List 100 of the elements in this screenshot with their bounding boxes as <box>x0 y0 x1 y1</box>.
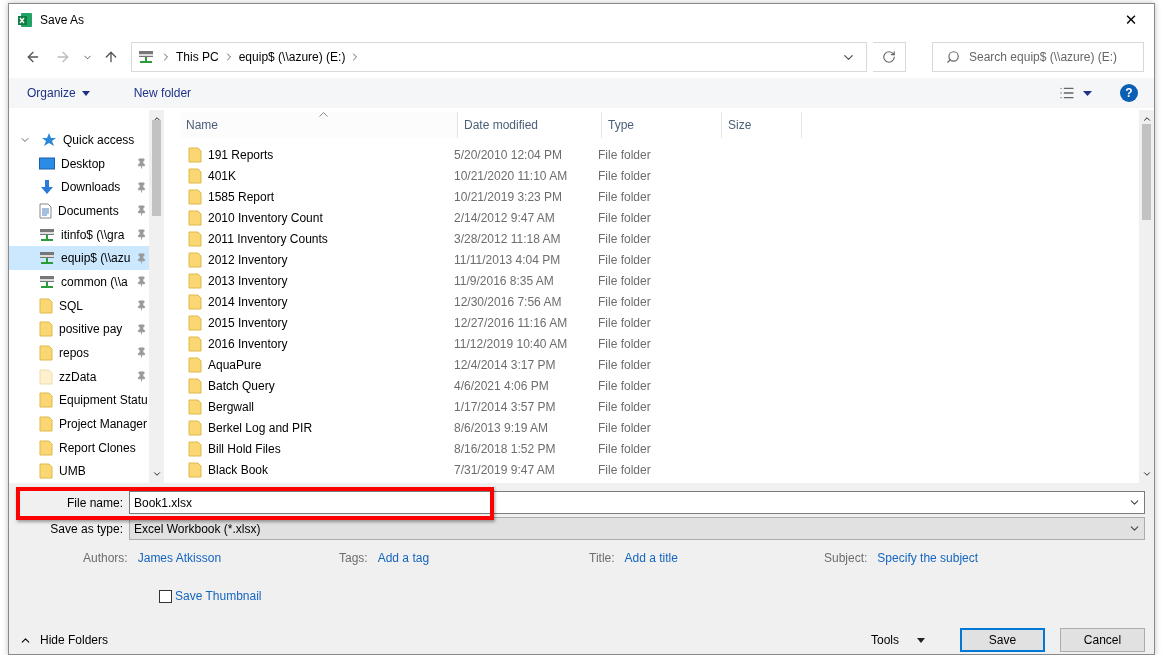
metadata-link[interactable]: Add a title <box>624 551 678 565</box>
nav-item[interactable]: equip$ (\\azu <box>9 246 149 271</box>
network-drive-icon <box>39 251 55 266</box>
save-type-dropdown[interactable]: Excel Workbook (*.xlsx) <box>129 517 1145 540</box>
file-type: File folder <box>598 357 652 372</box>
metadata-label: Authors: <box>83 551 128 565</box>
file-type: File folder <box>598 441 652 456</box>
pin-icon[interactable] <box>136 181 147 193</box>
monitor-icon <box>39 156 55 171</box>
pin-icon[interactable] <box>136 300 147 312</box>
checkbox[interactable] <box>159 589 172 603</box>
file-type: File folder <box>598 168 652 183</box>
file-name[interactable]: 2013 Inventory <box>208 273 454 288</box>
file-type: File folder <box>598 462 652 477</box>
file-name[interactable]: Bill Hold Files <box>208 441 454 456</box>
file-name[interactable]: 2015 Inventory <box>208 315 454 330</box>
metadata-link[interactable]: Specify the subject <box>877 551 979 565</box>
pin-icon[interactable] <box>136 205 147 217</box>
sort-icon <box>318 112 328 117</box>
file-type: File folder <box>598 252 652 267</box>
scroll-down-icon[interactable] <box>1141 469 1152 479</box>
pin-icon[interactable] <box>136 347 147 359</box>
scroll-thumb[interactable] <box>1142 124 1151 220</box>
breadcrumb[interactable]: This PC <box>172 43 223 71</box>
scrollbar[interactable] <box>1139 110 1154 483</box>
file-name[interactable]: 2011 Inventory Counts <box>208 231 454 246</box>
pin-icon[interactable] <box>136 371 147 383</box>
file-name-field[interactable]: Book1.xlsx <box>129 491 1145 514</box>
nav-item[interactable]: common (\\a <box>9 270 149 294</box>
hide-folders-button[interactable]: Hide Folders <box>19 633 109 647</box>
pin-icon[interactable] <box>136 158 147 169</box>
breadcrumb[interactable]: equip$ (\\azure) (E:) <box>234 43 350 71</box>
file-name[interactable]: 2014 Inventory <box>208 294 454 309</box>
view-options-icon[interactable] <box>1059 85 1075 101</box>
date-modified: 11/12/2019 10:40 AM <box>454 336 569 351</box>
nav-item[interactable]: Documents <box>9 199 149 223</box>
file-name[interactable]: Black Book <box>208 462 454 477</box>
file-name[interactable]: Bergwall <box>208 399 454 414</box>
metadata-link[interactable]: Add a tag <box>377 551 430 565</box>
nav-item[interactable]: Downloads <box>9 175 149 199</box>
search-icon <box>946 50 960 64</box>
nav-item[interactable]: repos <box>9 341 149 365</box>
folder-icon <box>188 251 202 268</box>
file-name[interactable]: Berkel Log and PIR <box>208 420 454 435</box>
nav-item[interactable]: Desktop <box>9 151 149 176</box>
address-bar[interactable]: This PC equip$ (\\azure) (E:) <box>131 42 867 72</box>
nav-item[interactable]: UMB <box>9 459 149 483</box>
metadata-label: Tags: <box>339 551 368 565</box>
file-name[interactable]: AquaPure <box>208 357 454 372</box>
new-folder-button[interactable]: New folder <box>125 81 200 105</box>
document-icon <box>39 202 52 219</box>
date-modified: 11/11/2013 4:04 PM <box>454 252 562 267</box>
nav-item[interactable]: Report Clones <box>9 435 149 460</box>
tools-button[interactable]: Tools <box>865 632 931 648</box>
organize-button[interactable]: Organize <box>19 81 98 105</box>
search-field[interactable]: Search equip$ (\\azure) (E:) <box>932 42 1144 72</box>
refresh-icon <box>882 50 896 64</box>
nav-item[interactable]: zzData <box>9 364 149 389</box>
scroll-thumb[interactable] <box>152 120 161 216</box>
file-name[interactable]: 1585 Report <box>208 189 454 204</box>
folder-icon <box>188 230 202 247</box>
close-button[interactable]: ✕ <box>1108 5 1154 35</box>
dialog-button[interactable]: Cancel <box>1060 628 1145 652</box>
nav-item[interactable]: Project Manager <box>9 412 149 436</box>
pin-icon[interactable] <box>136 276 147 288</box>
file-name[interactable]: 2016 Inventory <box>208 336 454 351</box>
nav-item[interactable]: positive pay <box>9 317 149 342</box>
refresh-button[interactable] <box>873 42 906 72</box>
save-thumbnail-link[interactable]: Save Thumbnail <box>175 589 262 603</box>
folder-icon <box>188 209 202 226</box>
nav-item[interactable]: Equipment Statu <box>9 388 149 413</box>
scroll-down-icon[interactable] <box>151 469 162 479</box>
help-button[interactable]: ? <box>1120 84 1138 102</box>
scrollbar[interactable] <box>149 110 164 483</box>
metadata-label: Subject: <box>824 551 868 565</box>
nav-item[interactable]: SQL <box>9 293 149 318</box>
network-drive-icon <box>39 274 55 289</box>
forward-arrow-icon <box>55 49 71 65</box>
folder-icon <box>188 461 202 478</box>
file-name[interactable]: Batch Query <box>208 378 454 393</box>
file-type: File folder <box>598 315 652 330</box>
dialog-button[interactable]: Save <box>960 628 1045 652</box>
file-type: File folder <box>598 210 652 225</box>
caret-icon[interactable] <box>1083 90 1092 96</box>
network-drive-icon <box>138 50 154 64</box>
pin-icon[interactable] <box>136 229 147 240</box>
file-name[interactable]: 2012 Inventory <box>208 252 454 267</box>
file-name[interactable]: 191 Reports <box>208 147 454 162</box>
nav-item[interactable]: Quick access <box>9 128 149 152</box>
date-modified: 5/20/2010 12:04 PM <box>454 147 564 162</box>
pin-icon[interactable] <box>136 252 147 264</box>
scroll-up-icon[interactable] <box>1141 114 1152 124</box>
nav-item[interactable]: itinfo$ (\\gra <box>9 222 149 247</box>
down-arrow-icon <box>39 179 55 196</box>
folder-icon <box>188 272 202 289</box>
pin-icon[interactable] <box>136 323 147 335</box>
file-name[interactable]: 401K <box>208 168 454 183</box>
metadata-link[interactable]: James Atkisson <box>137 551 222 565</box>
file-name[interactable]: 2010 Inventory Count <box>208 210 454 225</box>
folder-icon <box>39 392 53 409</box>
